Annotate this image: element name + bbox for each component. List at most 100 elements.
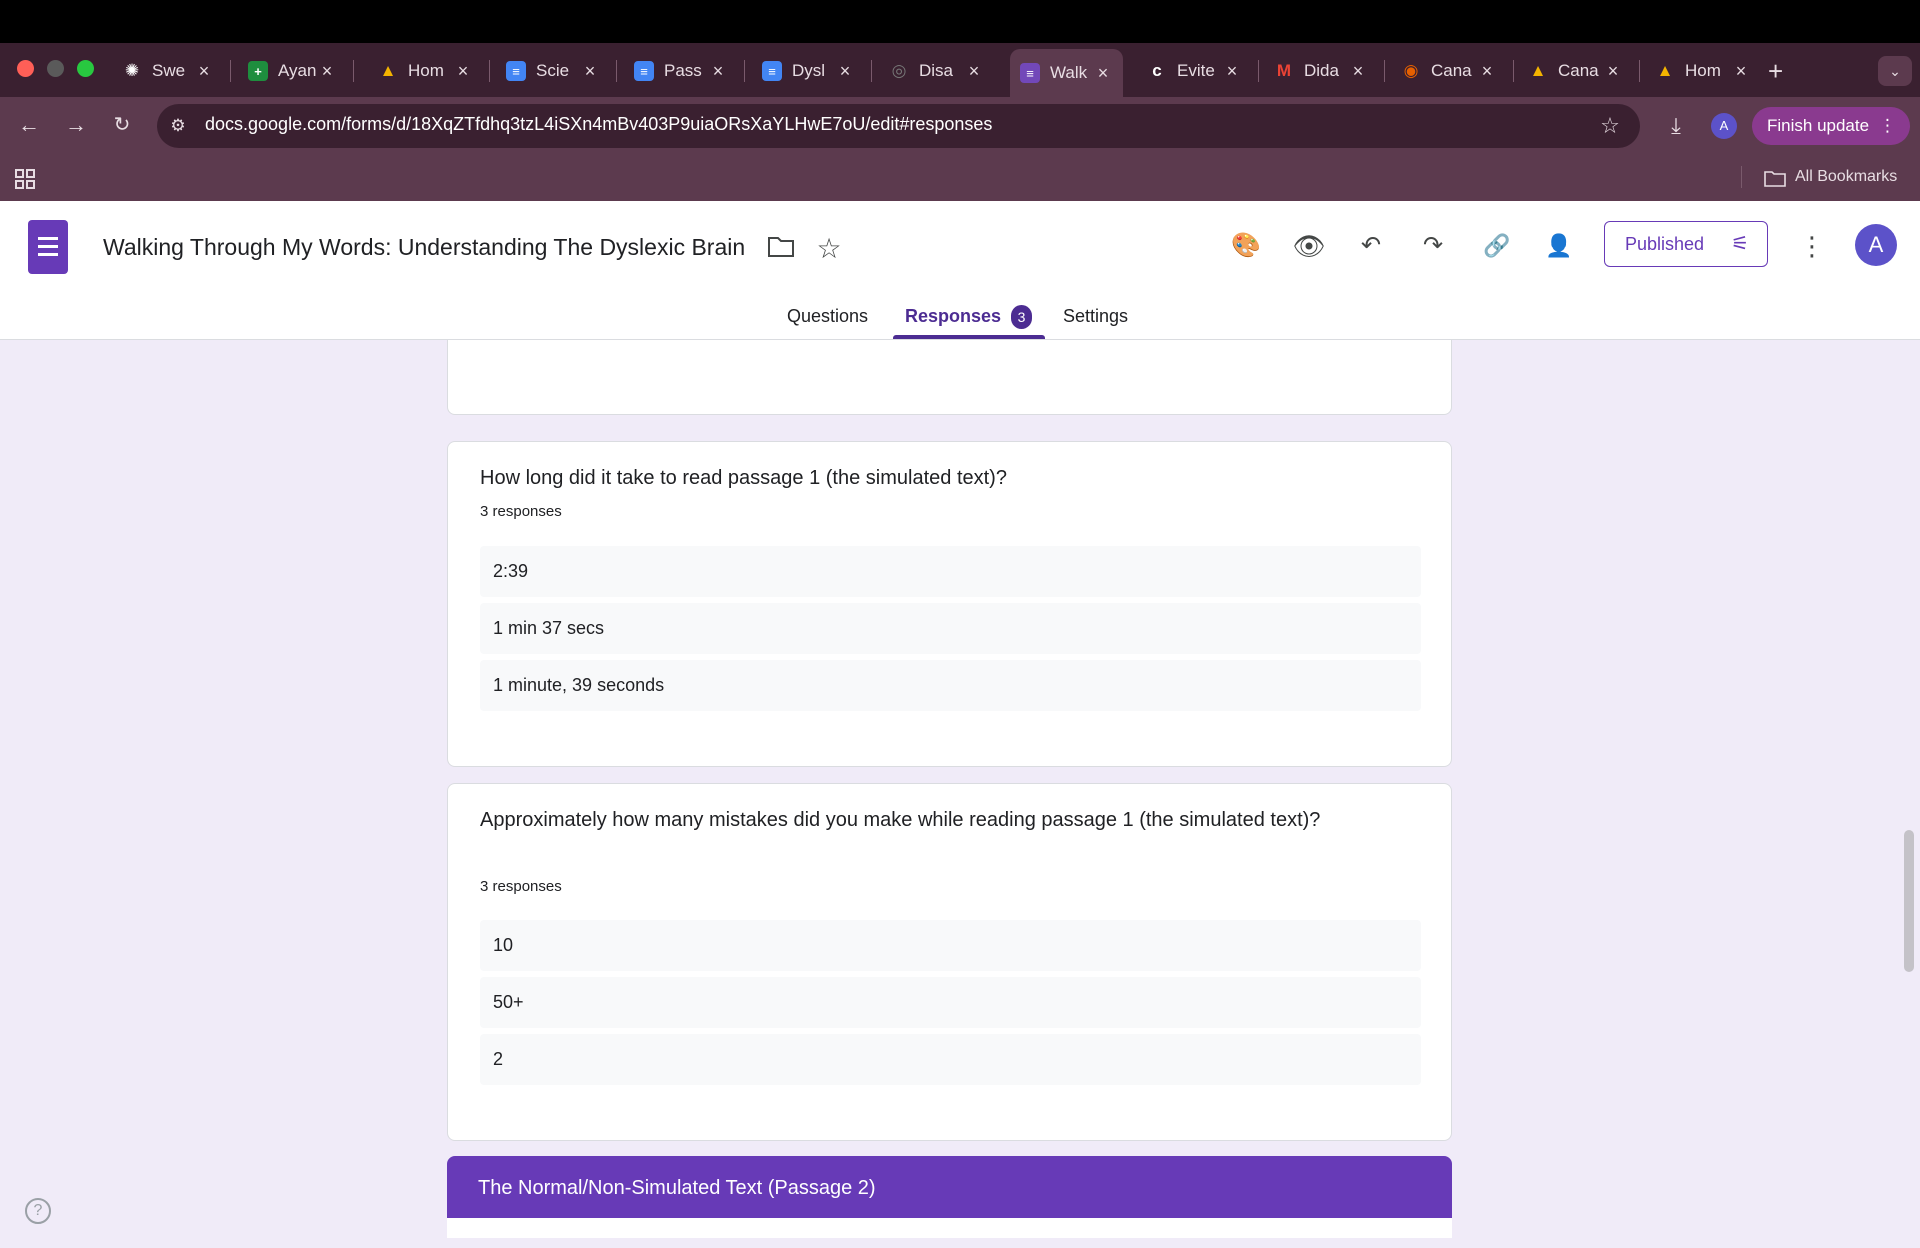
browser-tab[interactable]: ▲ Cana × (1518, 53, 1633, 89)
tab-separator (489, 60, 490, 82)
tab-title: Hom (408, 61, 444, 80)
question-card: Approximately how many mistakes did you … (447, 783, 1452, 1141)
move-to-folder-icon[interactable] (764, 233, 798, 263)
published-button[interactable]: Published ⚟ (1604, 221, 1768, 267)
tab-title: Dysl (792, 61, 826, 80)
tab-separator (871, 60, 872, 82)
response-item: 1 minute, 39 seconds (480, 660, 1421, 711)
close-tab-icon[interactable]: × (453, 61, 473, 82)
browser-tab[interactable]: ▲ Hom × (368, 53, 483, 89)
maximize-window-button[interactable] (77, 60, 94, 77)
more-vert-icon: ⋮ (1879, 116, 1896, 135)
browser-tab[interactable]: ≡ Walk × (1010, 49, 1123, 97)
tab-separator (1639, 60, 1640, 82)
close-tab-icon[interactable]: × (1477, 61, 1497, 82)
download-icon[interactable]: ⤓ (1662, 112, 1690, 140)
tab-separator (616, 60, 617, 82)
more-options-icon[interactable]: ⋮ (1795, 229, 1829, 263)
undo-icon[interactable]: ↶ (1354, 229, 1388, 263)
drive-icon: ▲ (1529, 61, 1547, 80)
scale-label: 3 (1003, 340, 1012, 343)
responses-content: 1 2 3 4 5 How long did it take to read p… (0, 340, 1920, 1248)
tab-title: Pass (664, 61, 702, 80)
response-item: 2:39 (480, 546, 1421, 597)
close-tab-icon[interactable]: × (317, 61, 337, 82)
close-tab-icon[interactable]: × (1093, 63, 1113, 84)
response-item: 50+ (480, 977, 1421, 1028)
forms-icon: ≡ (1020, 63, 1040, 83)
close-tab-icon[interactable]: × (1348, 61, 1368, 82)
canvas-icon: ◉ (1403, 61, 1419, 80)
forward-arrow-icon[interactable]: → (62, 111, 90, 139)
tab-title: Ayan (278, 61, 317, 80)
tab-settings[interactable]: Settings (1063, 306, 1128, 327)
account-avatar[interactable]: A (1855, 224, 1897, 266)
preview-eye-icon[interactable]: 👁 (1292, 229, 1326, 263)
docs-icon: ≡ (506, 61, 526, 81)
browser-tab[interactable]: ≡ Dysl × (752, 53, 865, 89)
close-tab-icon[interactable]: × (708, 61, 728, 82)
browser-tab[interactable]: ◉ Cana × (1391, 53, 1507, 89)
screen-top-bar (0, 0, 1920, 43)
close-tab-icon[interactable]: × (1731, 61, 1751, 82)
reload-icon[interactable]: ↻ (108, 111, 136, 139)
evite-icon: c (1152, 61, 1162, 80)
tab-title: Cana (1431, 61, 1472, 80)
scale-label: 5 (1347, 340, 1356, 343)
circle-logo-icon: ◎ (891, 61, 907, 80)
browser-tab[interactable]: ✺ Swe × (112, 53, 224, 89)
browser-tab[interactable]: ▲ Hom × (1645, 53, 1761, 89)
response-item: 1 min 37 secs (480, 603, 1421, 654)
site-info-icon[interactable]: ⚙ (164, 112, 192, 140)
tab-questions[interactable]: Questions (787, 306, 868, 327)
sheets-icon: + (248, 61, 268, 81)
active-tab-indicator (893, 335, 1045, 339)
docs-icon: ≡ (762, 61, 782, 81)
back-arrow-icon[interactable]: ← (15, 111, 43, 139)
apps-grid-icon[interactable] (14, 168, 36, 190)
finish-update-label: Finish update (1767, 116, 1870, 135)
close-tab-icon[interactable]: × (194, 61, 214, 82)
close-tab-icon[interactable]: × (1222, 61, 1242, 82)
tab-separator (1258, 60, 1259, 82)
forms-logo-icon[interactable] (28, 220, 68, 274)
tab-title: Evite (1177, 61, 1215, 80)
redo-icon[interactable]: ↷ (1416, 229, 1450, 263)
browser-tab[interactable]: c Evite × (1137, 53, 1252, 89)
profile-avatar[interactable]: A (1711, 113, 1737, 139)
response-count: 3 responses (480, 878, 562, 895)
page-scrollbar[interactable] (1904, 830, 1914, 972)
tab-separator (353, 60, 354, 82)
browser-tab[interactable]: ≡ Scie × (496, 53, 610, 89)
tab-search-chevron-icon[interactable]: ⌄ (1878, 56, 1912, 86)
response-item: 2 (480, 1034, 1421, 1085)
close-window-button[interactable] (17, 60, 34, 77)
browser-tab[interactable]: ◎ Disa × (879, 53, 994, 89)
scale-label: 2 (832, 340, 841, 343)
star-icon[interactable]: ☆ (812, 232, 846, 266)
browser-tab[interactable]: ≡ Pass × (624, 53, 738, 89)
minimize-window-button[interactable] (47, 60, 64, 77)
bookmark-star-icon[interactable]: ☆ (1596, 112, 1624, 140)
browser-tab[interactable]: + Ayan × (238, 53, 347, 89)
new-tab-button[interactable]: + (1768, 53, 1794, 89)
help-icon[interactable]: ? (25, 1198, 51, 1224)
close-tab-icon[interactable]: × (580, 61, 600, 82)
tab-responses[interactable]: Responses (905, 306, 1001, 327)
response-item: 10 (480, 920, 1421, 971)
section-body (447, 1218, 1452, 1238)
add-collaborator-icon[interactable]: 👤 (1542, 229, 1576, 263)
url-text[interactable]: docs.google.com/forms/d/18XqZTfdhq3tzL4i… (205, 114, 992, 135)
response-count: 3 responses (480, 503, 562, 520)
linear-scale-chart-card: 1 2 3 4 5 (447, 340, 1452, 415)
close-tab-icon[interactable]: × (835, 61, 855, 82)
link-icon[interactable]: 🔗 (1480, 229, 1514, 263)
close-tab-icon[interactable]: × (964, 61, 984, 82)
browser-tab[interactable]: M Dida × (1264, 53, 1378, 89)
finish-update-button[interactable]: Finish update ⋮ (1752, 107, 1910, 145)
close-tab-icon[interactable]: × (1603, 61, 1623, 82)
customize-theme-icon[interactable]: 🎨 (1229, 229, 1263, 263)
all-bookmarks-link[interactable]: All Bookmarks (1795, 168, 1897, 186)
form-title[interactable]: Walking Through My Words: Understanding … (103, 234, 745, 261)
openai-icon: ✺ (124, 61, 140, 80)
